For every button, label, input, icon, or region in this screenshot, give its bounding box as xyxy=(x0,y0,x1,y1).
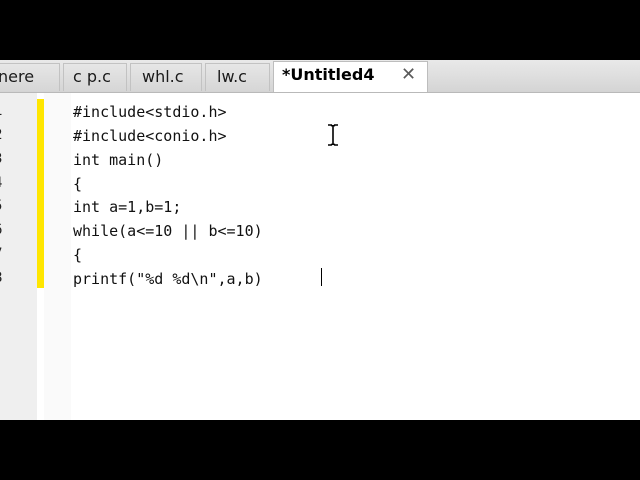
code-line: int main() xyxy=(73,151,164,169)
tab-whl[interactable]: whl.c xyxy=(130,63,202,91)
line-number: 6 xyxy=(0,220,2,240)
line-number: 5 xyxy=(0,196,2,216)
tab-bar: nere c p.c whl.c lw.c *Untitled4 ✕ xyxy=(0,60,640,93)
tab-cp[interactable]: c p.c xyxy=(63,63,127,91)
editor-window: nere c p.c whl.c lw.c *Untitled4 ✕ 1 2 3… xyxy=(0,60,640,420)
line-number: 8 xyxy=(0,268,2,288)
code-line: #include<stdio.h> xyxy=(73,103,227,121)
text-cursor-icon xyxy=(328,124,338,146)
line-number-gutter: 1 2 3 4 5 6 7 8 xyxy=(0,93,37,420)
fold-margin xyxy=(44,93,71,420)
tab-label: whl.c xyxy=(142,67,184,86)
line-number: 3 xyxy=(0,149,2,169)
tab-label: c p.c xyxy=(73,67,111,86)
code-line: printf("%d %d\n",a,b) xyxy=(73,270,263,288)
text-caret xyxy=(321,268,322,286)
line-number: 1 xyxy=(0,101,2,121)
code-line: { xyxy=(73,175,83,193)
tab-here[interactable]: nere xyxy=(0,63,60,91)
tab-untitled4[interactable]: *Untitled4 ✕ xyxy=(273,61,428,92)
screen: nere c p.c whl.c lw.c *Untitled4 ✕ 1 2 3… xyxy=(0,0,640,480)
code-line: while(a<=10 || b<=10) xyxy=(73,222,263,240)
line-number: 4 xyxy=(0,173,2,193)
line-number: 7 xyxy=(0,244,2,264)
code-line: int a=1,b=1; xyxy=(73,198,182,216)
code-line: #include<conio.h> xyxy=(73,127,227,145)
close-icon[interactable]: ✕ xyxy=(401,62,416,88)
change-marker xyxy=(37,99,44,288)
tab-lw[interactable]: lw.c xyxy=(205,63,270,91)
tab-label: nere xyxy=(0,67,35,86)
tab-label: lw.c xyxy=(217,67,247,86)
line-number: 2 xyxy=(0,125,2,145)
code-line: { xyxy=(73,246,83,264)
tab-label: *Untitled4 xyxy=(282,65,375,84)
